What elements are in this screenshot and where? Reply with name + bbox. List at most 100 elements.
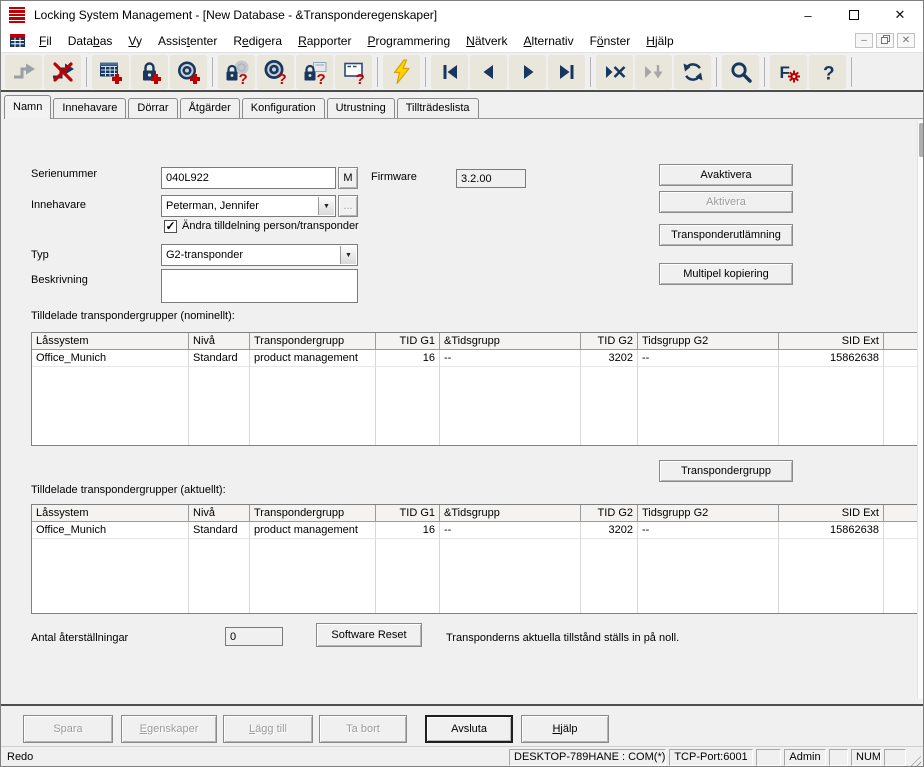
chevron-down-icon[interactable]: ▼ <box>318 197 334 215</box>
new-locking-system-button[interactable] <box>92 54 129 89</box>
filter-button[interactable]: F <box>770 54 807 89</box>
cell-item <box>884 350 918 367</box>
scrollbar-thumb[interactable] <box>919 123 923 157</box>
column-header-tidsgrupp[interactable]: &Tidsgrupp <box>440 505 581 522</box>
column-header-sid-ext[interactable]: SID Ext <box>779 333 884 350</box>
close-button[interactable]: ✕ <box>877 1 923 29</box>
mdi-minimize-button[interactable]: – <box>855 33 873 48</box>
tab-tilltr-deslista[interactable]: Tillträdeslista <box>396 98 479 118</box>
new-transponder-button[interactable] <box>170 54 207 89</box>
change-assignment-checkbox[interactable]: ✓ <box>164 220 177 233</box>
toolbar-separator <box>764 56 765 87</box>
refresh-button[interactable] <box>674 54 711 89</box>
ta-bort-button: Ta bort <box>319 715 407 743</box>
column-header-spacer[interactable] <box>884 505 918 522</box>
owner-label: Innehavare <box>31 199 87 211</box>
app-logo-icon <box>9 7 25 23</box>
column-header-sid-ext[interactable]: SID Ext <box>779 505 884 522</box>
nominal-groups-table: Låssystem Nivå Transpondergrupp TID G1 &Tids… <box>31 332 919 446</box>
menu-alternativ[interactable]: Alternativ <box>516 29 582 53</box>
column-header-tid-g1[interactable]: TID G1 <box>376 333 440 350</box>
menu-f-nster[interactable]: Fönster <box>582 29 639 53</box>
vertical-scrollbar[interactable] <box>917 121 923 699</box>
play-x-icon <box>602 59 628 85</box>
mdi-close-button[interactable]: ✕ <box>897 33 915 48</box>
menu-fil[interactable]: Fil <box>31 29 60 53</box>
log-off-button[interactable] <box>44 54 81 89</box>
tab-tg-rder[interactable]: Åtgärder <box>179 98 240 118</box>
mdi-restore-button[interactable] <box>876 33 894 48</box>
transponder-group-button[interactable]: Transpondergrupp <box>659 460 793 482</box>
menu-assistenter[interactable]: Assistenter <box>150 29 225 53</box>
column-header-tid-g1[interactable]: TID G1 <box>376 505 440 522</box>
cell-transpondergrupp: product management <box>250 350 376 367</box>
cell-item <box>884 522 918 539</box>
transponderutl-mning-button[interactable]: Transponderutlämning <box>659 224 793 246</box>
multipel-kopiering-button[interactable]: Multipel kopiering <box>659 263 793 285</box>
new-lock-button[interactable] <box>131 54 168 89</box>
read-g1-lock-button[interactable]: ? <box>296 54 333 89</box>
read-lock-button[interactable]: ? <box>218 54 255 89</box>
serial-number-input[interactable]: 040L922 <box>161 167 336 189</box>
menu-databas[interactable]: Databas <box>60 29 121 53</box>
nav-last-icon <box>554 59 580 85</box>
menu-programmering[interactable]: Programmering <box>359 29 458 53</box>
status-segments: DESKTOP-789HANE : COM(*) TCP-Port:6001 Adm… <box>509 749 906 766</box>
m-button[interactable]: M <box>338 167 358 189</box>
avaktivera-button[interactable]: Avaktivera <box>659 164 793 186</box>
help-button[interactable]: ? <box>809 54 846 89</box>
minimize-button[interactable]: – <box>785 1 831 29</box>
chevron-down-icon[interactable]: ▼ <box>340 246 356 264</box>
resize-grip-icon[interactable] <box>908 753 921 766</box>
cell-tid-g2: 3202 <box>581 350 638 367</box>
menu-hj-lp[interactable]: Hjälp <box>638 29 681 53</box>
column-header-l-ssystem[interactable]: Låssystem <box>32 333 189 350</box>
tabbar: Namn Innehavare Dörrar Åtgärder Konfiguratio… <box>4 95 923 119</box>
owner-select[interactable]: Peterman, Jennifer ▼ <box>161 195 336 217</box>
column-header-tidsgrupp[interactable]: &Tidsgrupp <box>440 333 581 350</box>
reset-count-label: Antal återställningar <box>31 632 129 644</box>
search-button[interactable] <box>722 54 759 89</box>
tab-innehavare[interactable]: Innehavare <box>53 98 127 118</box>
table-row[interactable]: Office_Munich Standard product management 1… <box>32 350 918 367</box>
column-header-spacer[interactable] <box>884 333 918 350</box>
menu-n-tverk[interactable]: Nätverk <box>458 29 515 53</box>
last-record-button[interactable] <box>548 54 585 89</box>
remove-record-button[interactable] <box>596 54 633 89</box>
column-header-transpondergrupp[interactable]: Transpondergrupp <box>250 505 376 522</box>
description-textarea[interactable] <box>161 269 358 303</box>
column-header-niv[interactable]: Nivå <box>189 505 250 522</box>
read-g1-transponder-button[interactable]: ? <box>335 54 372 89</box>
empty-cell <box>376 539 440 613</box>
column-header-l-ssystem[interactable]: Låssystem <box>32 505 189 522</box>
toolbar-separator <box>851 56 852 87</box>
menu-rapporter[interactable]: Rapporter <box>290 29 359 53</box>
titlebar: Locking System Management - [New Databas… <box>1 1 923 29</box>
next-record-button[interactable] <box>509 54 546 89</box>
program-button[interactable] <box>383 54 420 89</box>
toolbar-separator <box>212 56 213 87</box>
tab-konfiguration[interactable]: Konfiguration <box>241 98 325 118</box>
column-header-tid-g2[interactable]: TID G2 <box>581 333 638 350</box>
menu-vy[interactable]: Vy <box>120 29 150 53</box>
avsluta-button[interactable]: Avsluta <box>425 715 513 743</box>
hj-lp-button[interactable]: Hjälp <box>521 715 609 743</box>
tab-utrustning[interactable]: Utrustning <box>326 98 395 118</box>
table-row[interactable]: Office_Munich Standard product management 1… <box>32 522 918 539</box>
read-transponder-button[interactable]: ? <box>257 54 294 89</box>
toolbar-separator <box>377 56 378 87</box>
menu-redigera[interactable]: Redigera <box>225 29 290 53</box>
column-header-tid-g2[interactable]: TID G2 <box>581 505 638 522</box>
first-record-button[interactable] <box>431 54 468 89</box>
tab-d-rrar[interactable]: Dörrar <box>128 98 178 118</box>
tab-namn[interactable]: Namn <box>4 95 52 119</box>
svg-text:?: ? <box>238 71 247 85</box>
column-header-niv[interactable]: Nivå <box>189 333 250 350</box>
type-select[interactable]: G2-transponder ▼ <box>161 244 358 266</box>
column-header-transpondergrupp[interactable]: Transpondergrupp <box>250 333 376 350</box>
previous-record-button[interactable] <box>470 54 507 89</box>
maximize-button[interactable] <box>831 1 877 29</box>
column-header-tidsgrupp-g2[interactable]: Tidsgrupp G2 <box>638 505 779 522</box>
column-header-tidsgrupp-g2[interactable]: Tidsgrupp G2 <box>638 333 779 350</box>
software-reset-button[interactable]: Software Reset <box>316 623 422 647</box>
